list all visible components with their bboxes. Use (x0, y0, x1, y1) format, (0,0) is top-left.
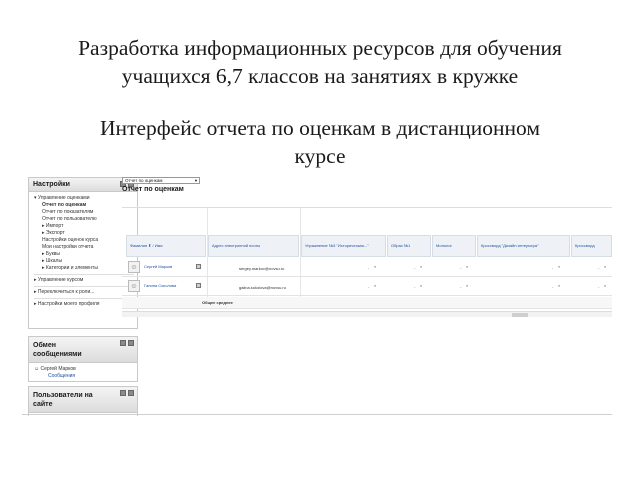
tree-item-import[interactable]: ▸ Импорт (34, 223, 134, 230)
tree-item-scales[interactable]: ▸ Шкалы (34, 258, 134, 265)
block-collapse-icon[interactable] (128, 340, 134, 346)
col-header-grade-4[interactable]: Кроссворд "Дизайн интерьера" (477, 235, 570, 257)
settings-tree: ▾ Управление оценками Отчет по оценкам О… (29, 192, 137, 311)
tree-item-switch-role[interactable]: ▸ Переключиться к роли... (34, 289, 134, 296)
student-email: galina.sokolova@novsu.ru (239, 285, 286, 290)
grade-cell[interactable]: - (414, 265, 415, 270)
grade-cell[interactable]: - (552, 265, 553, 270)
tree-item-letters[interactable]: ▸ Буквы (34, 251, 134, 258)
message-user[interactable]: ☺ Сергей Марков (34, 366, 134, 373)
report-heading: Отчет по оценкам (122, 186, 184, 193)
search-icon[interactable]: ⌕ (420, 264, 422, 269)
grade-cell[interactable]: - (460, 265, 461, 270)
search-icon[interactable]: ⌕ (374, 264, 376, 269)
search-icon[interactable]: ⌕ (558, 283, 560, 288)
grade-cell[interactable]: - (368, 284, 369, 289)
student-email: sergey.markov@novsu.ru (239, 266, 285, 271)
table-row: ☺ Галина Соколова galina.sokolova@novsu.… (122, 278, 612, 296)
messages-block-header: Обмен сообщениями (29, 337, 137, 363)
avatar[interactable]: ☺ (128, 280, 140, 292)
messages-block: Обмен сообщениями ☺ Сергей Марков Сообще… (28, 336, 138, 382)
block-dock-icon[interactable] (120, 390, 126, 396)
col-header-grade-3[interactable]: Монолог (432, 235, 476, 257)
tree-item-categories[interactable]: ▸ Категории и элементы (34, 265, 134, 272)
grader-table: Фамилия ⬆ / Имя Адрес электронной почты … (122, 207, 612, 317)
tree-item-outcomes-report[interactable]: Отчет по показателям (34, 209, 134, 216)
search-icon[interactable]: ⌕ (420, 283, 422, 288)
horizontal-scrollbar[interactable] (122, 311, 612, 317)
online-users-header: Пользователи на сайте (29, 387, 137, 413)
slide-subtitle-line2: курсе (294, 144, 346, 168)
table-row: ☺ Сергей Марков sergey.markov@novsu.ru -… (122, 259, 612, 277)
online-users-block: Пользователи на сайте (28, 386, 138, 416)
chevron-down-icon: ▼ (194, 178, 198, 183)
user-report-icon[interactable] (196, 264, 201, 269)
slide-title-line2: учащихся 6,7 классов на занятиях в кружк… (121, 64, 519, 88)
search-icon[interactable]: ⌕ (466, 283, 468, 288)
search-icon[interactable]: ⌕ (374, 283, 376, 288)
moodle-screenshot: Настройки ▾ Управление оценками Отчет по… (22, 174, 612, 416)
student-name[interactable]: Галина Соколова (144, 283, 176, 288)
search-icon[interactable]: ⌕ (466, 264, 468, 269)
scrollbar-thumb[interactable] (512, 313, 528, 317)
tree-item-grader-report[interactable]: Отчет по оценкам (34, 202, 134, 209)
report-view-select[interactable]: Отчет по оценкам ▼ (122, 177, 200, 184)
user-report-icon[interactable] (196, 283, 201, 288)
col-header-grade-5[interactable]: Кроссворд (571, 235, 612, 257)
settings-block-title: Настройки (33, 181, 70, 188)
grade-cell[interactable]: - (414, 284, 415, 289)
slide-subtitle: Интерфейс отчета по оценкам в дистанцион… (40, 114, 600, 170)
col-header-grade-2[interactable]: Образ №1 (387, 235, 431, 257)
tree-item-course-admin[interactable]: ▸ Управление курсом (34, 277, 134, 284)
overall-average-label: Общее среднее (202, 300, 233, 305)
grade-cell[interactable]: - (368, 265, 369, 270)
slide-title-line1: Разработка информационных ресурсов для о… (78, 36, 562, 60)
settings-block-header: Настройки (29, 178, 137, 192)
avatar[interactable]: ☺ (128, 261, 140, 273)
messages-link[interactable]: Сообщения (34, 373, 134, 380)
student-name[interactable]: Сергей Марков (144, 264, 172, 269)
tree-item-profile-settings[interactable]: ▸ Настройки моего профиля (34, 301, 134, 308)
col-header-grade-1[interactable]: Упражнение №3 "Историческая..." (301, 235, 386, 257)
tree-item-user-report[interactable]: Отчет по пользователю (34, 216, 134, 223)
slide-subtitle-line1: Интерфейс отчета по оценкам в дистанцион… (100, 116, 540, 140)
tree-item-grade-admin[interactable]: ▾ Управление оценками (34, 195, 134, 202)
search-icon[interactable]: ⌕ (604, 283, 606, 288)
grade-cell[interactable]: - (460, 284, 461, 289)
grade-cell[interactable]: - (598, 284, 599, 289)
overall-average-row: Общее среднее (122, 297, 612, 309)
tree-item-course-grade-settings[interactable]: Настройки оценок курса (34, 237, 134, 244)
col-header-name[interactable]: Фамилия ⬆ / Имя (126, 235, 206, 257)
search-icon[interactable]: ⌕ (558, 264, 560, 269)
block-dock-icon[interactable] (120, 340, 126, 346)
slide-title: Разработка информационных ресурсов для о… (0, 34, 640, 90)
messages-title-line2: сообщениями (33, 351, 82, 358)
online-title-line2: сайте (33, 401, 53, 408)
tree-item-export[interactable]: ▸ Экспорт (34, 230, 134, 237)
grade-cell[interactable]: - (598, 265, 599, 270)
messages-content: ☺ Сергей Марков Сообщения (29, 363, 137, 383)
col-header-email[interactable]: Адрес электронной почты (208, 235, 299, 257)
block-collapse-icon[interactable] (128, 390, 134, 396)
search-icon[interactable]: ⌕ (604, 264, 606, 269)
tree-item-my-report-prefs[interactable]: Мои настройки отчета (34, 244, 134, 251)
divider (22, 414, 612, 415)
grade-cell[interactable]: - (552, 284, 553, 289)
